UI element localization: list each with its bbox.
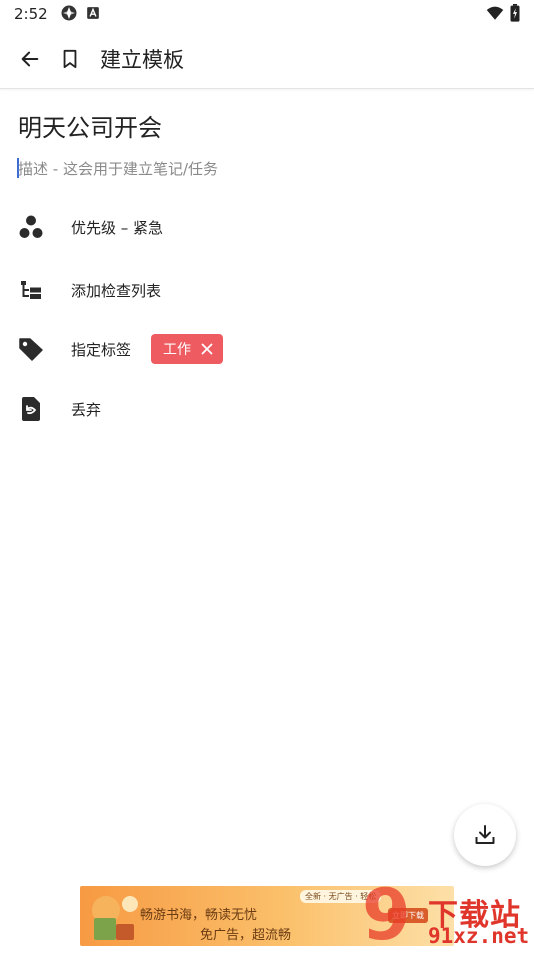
page-title: 建立模板	[100, 48, 184, 72]
bookmark-icon	[63, 49, 77, 69]
a-badge-icon	[87, 7, 99, 19]
tag-row[interactable]: 指定标签	[0, 324, 534, 374]
battery-charging-icon	[510, 4, 520, 22]
checklist-label: 添加检查列表	[71, 281, 162, 300]
back-arrow-icon	[21, 51, 39, 67]
watermark-url: 91xz.net	[428, 924, 530, 948]
status-time: 2:52	[14, 5, 48, 23]
close-icon[interactable]	[201, 343, 213, 355]
ad-headline: 畅游书海，畅读无忧	[140, 908, 258, 923]
priority-label: 优先级 – 紧急	[71, 218, 164, 237]
status-icons-right	[486, 4, 520, 22]
tag-icon	[18, 336, 44, 362]
checklist-tree-icon	[18, 277, 44, 303]
bookmark-button[interactable]	[56, 45, 84, 73]
aperture-icon	[61, 5, 77, 21]
discard-label: 丢弃	[71, 400, 102, 419]
watermark-number: 9	[362, 874, 411, 956]
status-bar: 2:52	[0, 0, 534, 28]
checklist-row[interactable]: 添加检查列表	[0, 265, 534, 315]
ad-subline: 免广告，超流畅	[200, 928, 292, 943]
tag-label: 指定标签	[71, 340, 132, 359]
download-fab[interactable]	[454, 804, 516, 866]
download-icon	[475, 825, 495, 844]
tag-chip-label: 工作	[163, 342, 191, 358]
priority-row[interactable]: 优先级 – 紧急	[0, 202, 534, 252]
priority-dots-icon	[18, 214, 44, 240]
note-title[interactable]: 明天公司开会	[18, 108, 162, 143]
back-button[interactable]	[16, 45, 44, 73]
toolbar: 建立模板	[0, 28, 534, 89]
ad-decoration	[92, 896, 138, 940]
discard-row[interactable]: 丢弃	[0, 384, 534, 434]
tag-chip[interactable]: 工作	[151, 334, 223, 364]
wifi-icon	[486, 6, 504, 20]
discard-file-icon	[18, 396, 44, 422]
status-icons-left	[60, 4, 100, 22]
description-input[interactable]	[18, 155, 498, 183]
